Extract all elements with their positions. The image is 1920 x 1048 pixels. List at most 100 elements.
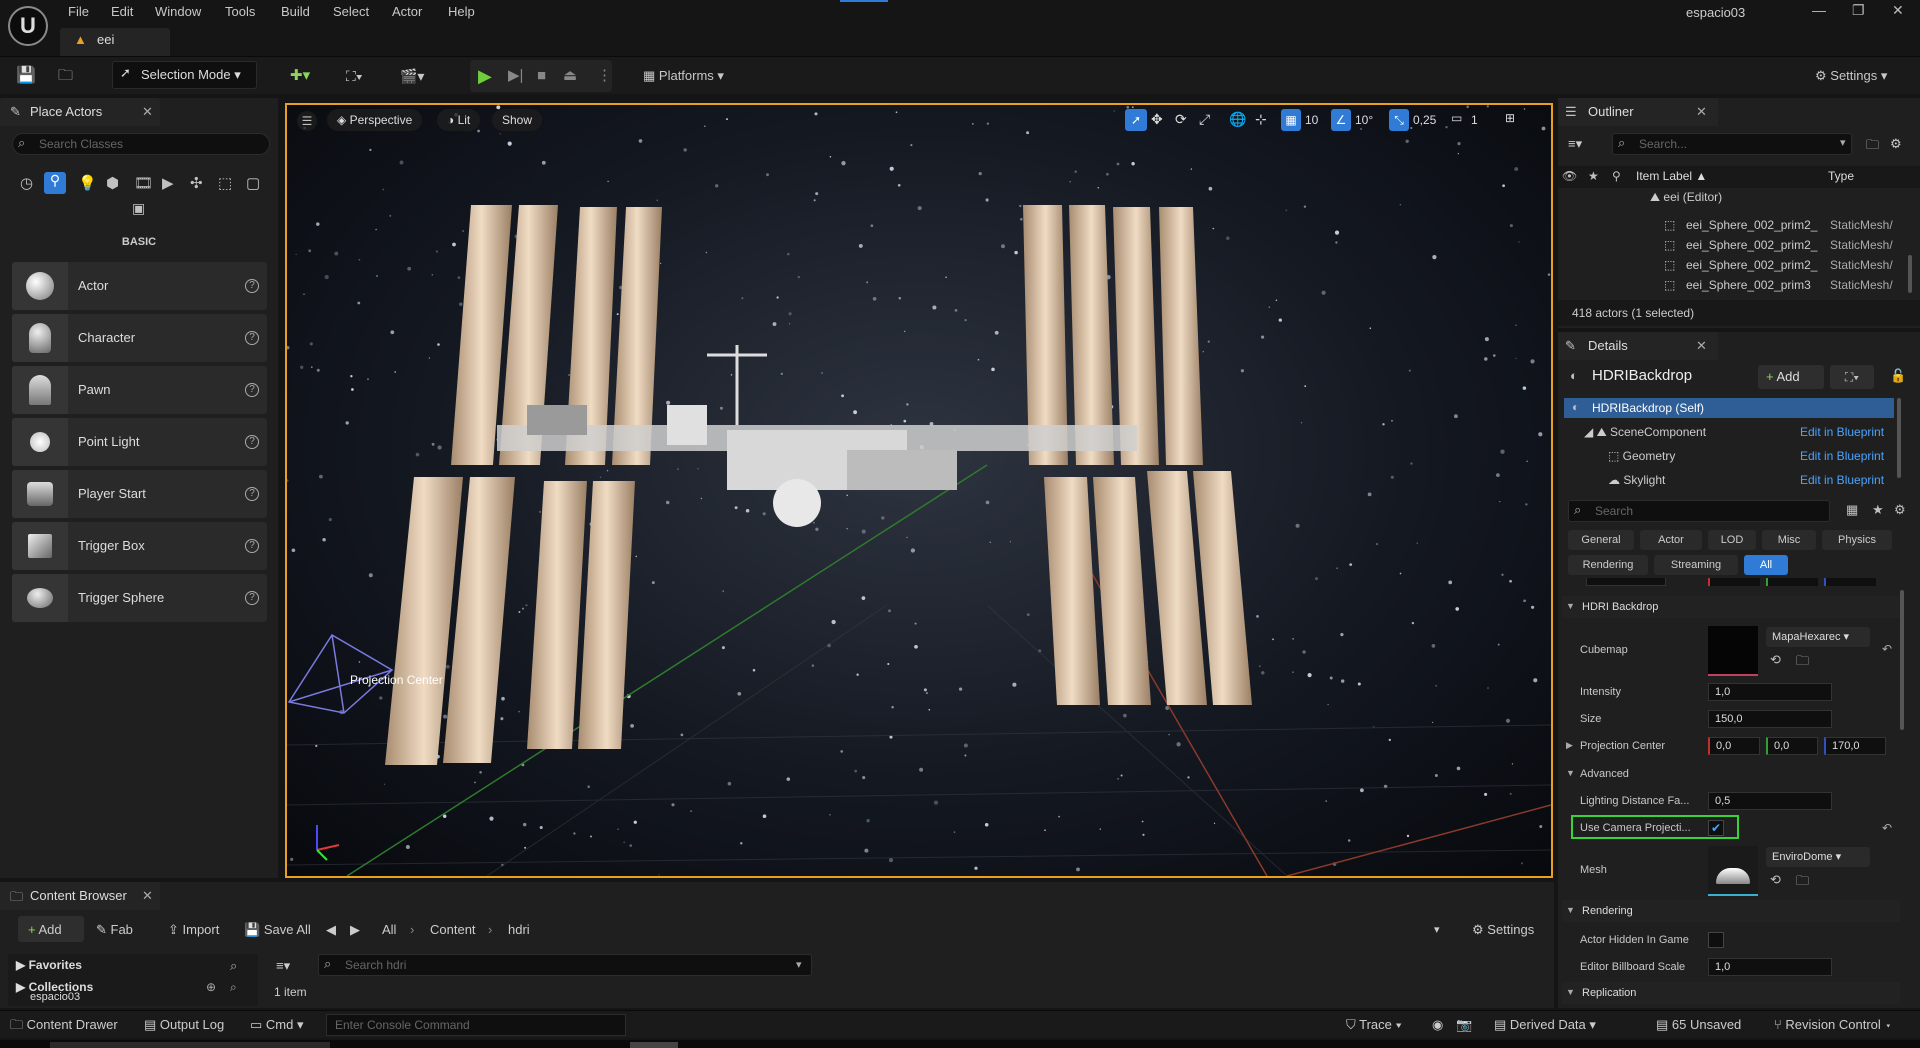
component-scene[interactable]: ◢ ⛰ SceneComponent xyxy=(1584,425,1706,440)
scale-tool-icon[interactable]: ⤢ xyxy=(1199,111,1210,128)
chevron-down-icon[interactable]: ▾ xyxy=(1434,918,1440,942)
screenshot-icon[interactable]: 📷 xyxy=(1456,1016,1472,1034)
reset-icon[interactable]: ↶ xyxy=(1882,821,1892,835)
camera-speed-value[interactable]: 1 xyxy=(1471,113,1478,127)
player-start-item[interactable]: Player Start? xyxy=(12,470,267,518)
table-row[interactable]: ⬚ eei_Sphere_002_prim2_ StaticMesh/ xyxy=(1560,215,1915,235)
search-icon[interactable]: ⌕ xyxy=(230,958,237,974)
cubemap-dropdown[interactable]: MapaHexarec ▾ xyxy=(1766,627,1870,647)
platforms-button[interactable]: ▦ Platforms ▾ xyxy=(643,63,724,89)
chevron-down-icon[interactable]: ▾ xyxy=(1840,136,1846,149)
surface-snap-icon[interactable]: ⊹ xyxy=(1255,111,1267,128)
item-label-column[interactable]: Item Label ▲ xyxy=(1636,169,1707,183)
close-place-actors-icon[interactable]: ✕ xyxy=(142,104,153,120)
blueprint-dropdown-icon[interactable]: ⛶▾ xyxy=(1830,365,1874,389)
help-icon[interactable]: ? xyxy=(245,539,259,553)
chevron-down-icon[interactable]: ▾ xyxy=(796,958,802,971)
save-icon[interactable]: 💾 xyxy=(16,63,36,89)
star-icon[interactable]: ★ xyxy=(1588,169,1599,183)
maximize-viewport-icon[interactable]: ⊞ xyxy=(1505,111,1515,125)
outliner-tab[interactable]: Outliner xyxy=(1558,98,1718,126)
tab-physics[interactable]: Physics xyxy=(1822,530,1892,550)
console-input[interactable]: Enter Console Command xyxy=(326,1014,626,1036)
step-icon[interactable]: ▶| xyxy=(508,63,523,89)
point-light-item[interactable]: Point Light? xyxy=(12,418,267,466)
gear-icon[interactable]: ⚙ xyxy=(1894,502,1906,518)
menu-window[interactable]: Window xyxy=(155,0,201,24)
tab-lod[interactable]: LOD xyxy=(1708,530,1756,550)
outliner-root[interactable]: ⛰ eei (Editor) xyxy=(1650,190,1722,205)
content-browser-tab[interactable]: Content Browser xyxy=(0,882,160,910)
browse-asset-icon[interactable]: 🗀 xyxy=(1796,652,1809,674)
section-rendering[interactable]: Rendering xyxy=(1562,900,1900,922)
favorites-header[interactable]: ▶ Favorites xyxy=(16,958,82,972)
all-classes-icon[interactable]: ⬚ xyxy=(218,174,232,192)
outliner-search-input[interactable]: Search... xyxy=(1612,133,1852,155)
tab-rendering[interactable]: Rendering xyxy=(1568,555,1648,575)
add-component-button[interactable]: + Add xyxy=(1758,365,1824,389)
visibility-icon[interactable]: 👁 xyxy=(1562,169,1577,183)
close-outliner-icon[interactable]: ✕ xyxy=(1696,104,1707,120)
eject-icon[interactable]: ⏏ xyxy=(563,63,577,89)
help-icon[interactable]: ? xyxy=(245,435,259,449)
show-button[interactable]: Show xyxy=(492,109,543,131)
camera-speed-icon[interactable]: ▭ xyxy=(1451,111,1462,125)
chevron-down-icon[interactable]: ▼ xyxy=(1566,768,1575,778)
content-drawer-button[interactable]: 🗀 Content Drawer xyxy=(10,1016,118,1034)
cinematic-icon[interactable]: 🎞 xyxy=(134,174,153,192)
type-column[interactable]: Type xyxy=(1828,169,1854,183)
use-selected-icon[interactable]: ⟲ xyxy=(1770,872,1781,888)
blueprint-icon[interactable]: ⛶▾ xyxy=(346,63,363,89)
placeholder-icon[interactable]: ▣ xyxy=(132,200,145,217)
add-folder-icon[interactable]: 🗀 xyxy=(1866,136,1879,158)
rotation-snap-icon[interactable]: ∠ xyxy=(1331,109,1351,131)
path-hdri[interactable]: hdri xyxy=(508,918,530,942)
visual-effects-icon[interactable]: ▶ xyxy=(162,174,174,192)
help-icon[interactable]: ? xyxy=(245,591,259,605)
revision-control-dropdown[interactable]: ⑂ Revision Control ▾ xyxy=(1774,1016,1892,1034)
cubemap-thumbnail[interactable] xyxy=(1708,626,1758,676)
tab-all[interactable]: All xyxy=(1744,555,1788,575)
lights-icon[interactable]: 💡 xyxy=(78,174,97,192)
help-icon[interactable]: ? xyxy=(245,383,259,397)
world-space-icon[interactable]: 🌐 xyxy=(1229,111,1246,128)
close-details-icon[interactable]: ✕ xyxy=(1696,338,1707,354)
level-viewport[interactable]: Projection Center ☰ ◈ Perspective ◑ Lit … xyxy=(285,103,1553,878)
details-search-input[interactable]: Search xyxy=(1568,500,1830,522)
filter-icon[interactable]: ≡▾ xyxy=(276,958,290,974)
record-icon[interactable]: ◉ xyxy=(1432,1016,1443,1034)
pin-icon[interactable]: ⚲ xyxy=(1612,169,1621,183)
play-icon[interactable]: ▶ xyxy=(478,63,492,89)
minimize-icon[interactable]: — xyxy=(1812,2,1826,18)
help-icon[interactable]: ? xyxy=(245,331,259,345)
basic-icon[interactable]: ⚲ xyxy=(44,172,66,194)
actor-item[interactable]: Actor? xyxy=(12,262,267,310)
use-selected-icon[interactable]: ⟲ xyxy=(1770,652,1781,668)
advanced-label[interactable]: Advanced xyxy=(1580,768,1629,780)
actor-hidden-checkbox[interactable] xyxy=(1708,932,1724,948)
shapes-icon[interactable]: ⬢ xyxy=(106,174,119,192)
add-collection-icon[interactable]: ⊕ xyxy=(206,980,216,994)
path-all[interactable]: All xyxy=(382,918,396,942)
tab-actor[interactable]: Actor xyxy=(1640,530,1702,550)
select-tool-icon[interactable]: ➚ xyxy=(1125,109,1147,131)
menu-edit[interactable]: Edit xyxy=(111,0,133,24)
projection-y-field[interactable]: 0,0 xyxy=(1766,737,1818,755)
menu-help[interactable]: Help xyxy=(448,0,475,24)
search-classes-input[interactable]: Search Classes xyxy=(12,133,270,155)
settings-button[interactable]: ⚙ Settings ▾ xyxy=(1815,63,1887,89)
volumes-icon[interactable]: ✣ xyxy=(190,174,203,192)
details-scrollbar[interactable] xyxy=(1900,590,1904,730)
cb-add[interactable]: + Add xyxy=(28,918,62,942)
grid-snap-icon[interactable]: ▦ xyxy=(1281,109,1301,131)
trace-dropdown[interactable]: ⛉ Trace ▾ xyxy=(1346,1016,1402,1034)
pawn-item[interactable]: Pawn? xyxy=(12,366,267,414)
output-log-button[interactable]: ▤ Output Log xyxy=(144,1016,224,1034)
component-skylight[interactable]: ☁ Skylight xyxy=(1608,473,1665,487)
scale-snap-value[interactable]: 0,25 xyxy=(1413,113,1436,127)
unreal-logo-icon[interactable]: U xyxy=(8,6,48,46)
mesh-dropdown[interactable]: EnviroDome ▾ xyxy=(1766,847,1870,867)
forward-icon[interactable]: ▶ xyxy=(350,918,360,942)
recent-icon[interactable]: ◷ xyxy=(20,174,33,192)
rotate-tool-icon[interactable]: ⟳ xyxy=(1175,111,1187,128)
